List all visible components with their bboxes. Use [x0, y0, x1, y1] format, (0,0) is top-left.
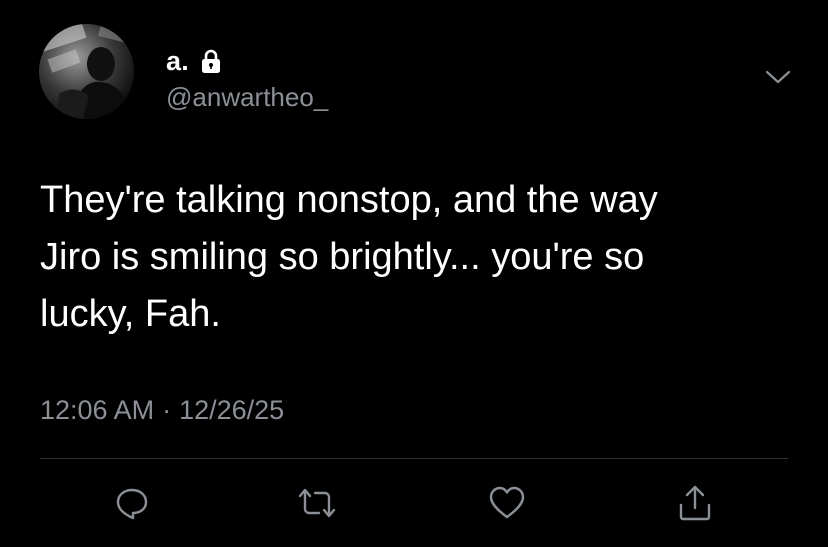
heart-icon: [489, 486, 525, 519]
divider: [40, 458, 788, 459]
reply-icon: [116, 488, 148, 520]
share-button[interactable]: [675, 483, 715, 523]
tweet-card: a. @anwartheo_ They're talking nonstop, …: [0, 0, 828, 547]
tweet-timestamp[interactable]: 12:06 AM · 12/26/25: [40, 395, 284, 426]
chevron-down-icon[interactable]: [764, 66, 792, 88]
user-handle[interactable]: @anwartheo_: [166, 82, 328, 113]
avatar-image: [39, 24, 134, 119]
meta-separator: ·: [162, 395, 172, 425]
tweet-time: 12:06 AM: [40, 395, 155, 425]
tweet-text: They're talking nonstop, and the way Jir…: [40, 179, 658, 335]
retweet-button[interactable]: [297, 483, 337, 523]
reply-button[interactable]: [112, 483, 152, 523]
like-button[interactable]: [487, 483, 527, 523]
display-name[interactable]: a.: [166, 46, 189, 77]
lock-icon: [198, 48, 224, 74]
avatar[interactable]: [39, 24, 134, 119]
tweet-date: 12/26/25: [179, 395, 285, 425]
name-row: a.: [166, 44, 224, 78]
retweet-icon: [298, 488, 336, 518]
share-icon: [679, 485, 711, 521]
